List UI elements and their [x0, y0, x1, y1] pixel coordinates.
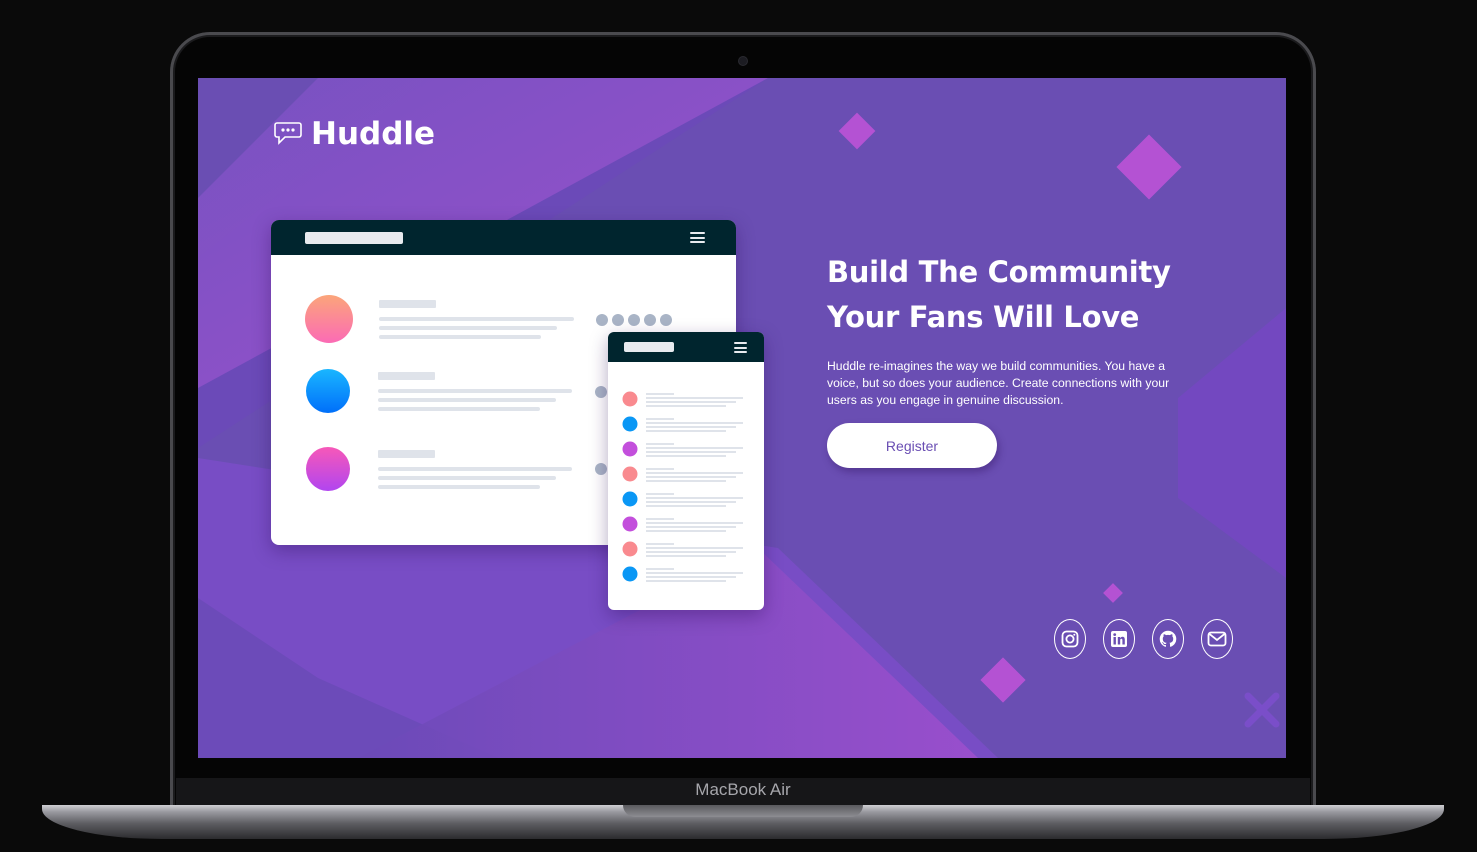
email-link[interactable]	[1201, 619, 1233, 659]
social-links	[1054, 619, 1233, 659]
menu-icon	[690, 232, 705, 243]
brand-name: Huddle	[311, 116, 436, 152]
instagram-icon	[1061, 630, 1079, 648]
chat-bubble-icon	[274, 122, 302, 145]
hero-title-line-1: Build The Community	[827, 255, 1171, 289]
landing-page: Huddle Build The Community Your Fans Wil…	[198, 78, 1286, 758]
linkedin-link[interactable]	[1103, 619, 1135, 659]
hero-section: Build The Community Your Fans Will Love …	[827, 250, 1207, 409]
github-link[interactable]	[1152, 619, 1184, 659]
webcam	[739, 57, 747, 65]
hero-description: Huddle re-imagines the way we build comm…	[827, 359, 1170, 407]
hero-title: Build The Community Your Fans Will Love	[827, 250, 1207, 340]
register-button[interactable]: Register	[827, 423, 997, 468]
device-label: MacBook Air	[695, 780, 791, 799]
linkedin-icon	[1111, 631, 1127, 647]
brand-logo[interactable]: Huddle	[273, 116, 435, 152]
instagram-link[interactable]	[1054, 619, 1086, 659]
mockup-header	[271, 220, 736, 255]
mockup-mobile-header	[608, 332, 764, 362]
github-icon	[1159, 630, 1177, 647]
mail-icon	[1207, 631, 1227, 647]
laptop-hinge-notch	[623, 805, 863, 817]
mockup-mobile-content	[622, 391, 743, 582]
menu-icon	[734, 342, 747, 353]
mobile-mockup-illustration	[608, 332, 764, 610]
hero-title-line-2: Your Fans Will Love	[827, 300, 1140, 334]
